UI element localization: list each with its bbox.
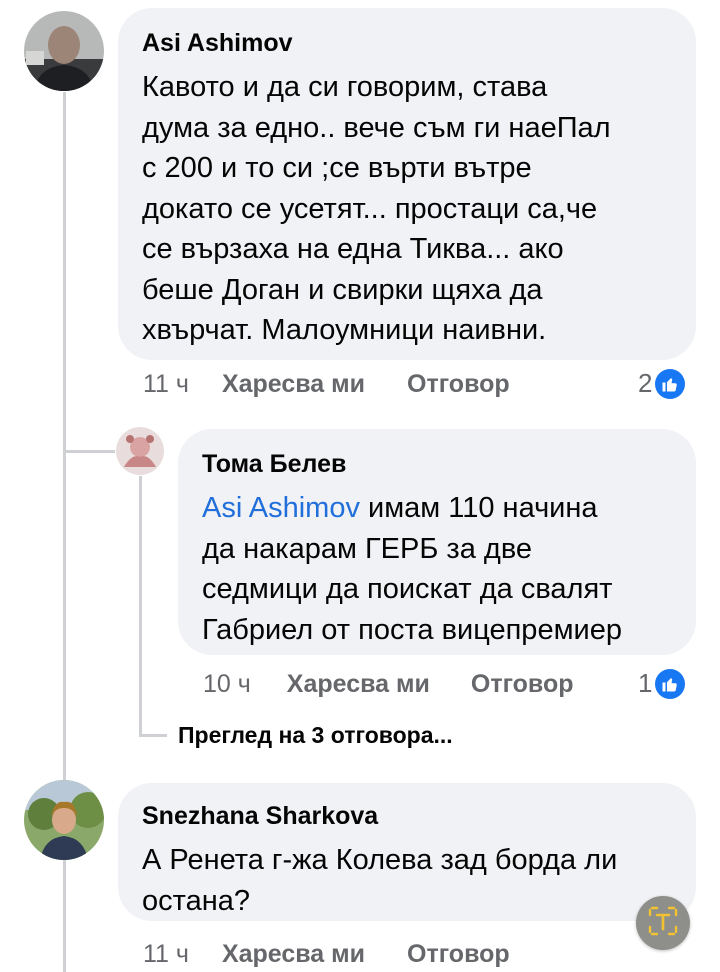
comment-author[interactable]: Тома Белев — [202, 449, 672, 479]
comment-text: Asi Ashimov имам 110 начина да накарам Г… — [202, 488, 672, 650]
mention-link[interactable]: Asi Ashimov — [202, 492, 360, 524]
comment-author[interactable]: Snezhana Sharkova — [142, 801, 672, 831]
reply-button[interactable]: Отговор — [407, 370, 510, 399]
thumbs-up-icon — [655, 668, 686, 699]
reaction-count: 2 — [638, 368, 653, 398]
comment-bubble: Тома Белев Asi Ashimov имам 110 начина д… — [178, 429, 696, 655]
comment-meta: 11 ч Харесва ми Отговор — [143, 940, 510, 969]
comment-author[interactable]: Asi Ashimov — [142, 28, 672, 58]
comment-time[interactable]: 10 ч — [203, 670, 251, 699]
avatar[interactable] — [24, 780, 104, 860]
avatar[interactable] — [116, 427, 164, 475]
thread-line-reply-connector — [63, 450, 115, 453]
comment-bubble: Snezhana Sharkova А Ренета г-жа Колева з… — [118, 783, 696, 921]
comment-bubble: Asi Ashimov Кавото и да си говорим, став… — [118, 8, 696, 360]
comment-time[interactable]: 11 ч — [143, 370, 189, 399]
like-button[interactable]: Харесва ми — [287, 670, 430, 699]
like-button[interactable]: Харесва ми — [222, 940, 365, 969]
thread-line-replies — [139, 476, 142, 736]
reply-button[interactable]: Отговор — [471, 670, 574, 699]
reply-button[interactable]: Отговор — [407, 940, 510, 969]
thread-line-view-replies-connector — [139, 734, 167, 737]
translate-icon — [646, 904, 680, 943]
reaction-summary[interactable]: 2 — [638, 368, 686, 399]
comment-text: А Ренета г-жа Колева зад борда ли остана… — [142, 844, 618, 917]
reaction-count: 1 — [638, 668, 653, 698]
like-button[interactable]: Харесва ми — [222, 370, 365, 399]
comment-text: Кавото и да си говорим, става дума за ед… — [142, 71, 611, 346]
avatar[interactable] — [24, 11, 104, 91]
comment-meta: 10 ч Харесва ми Отговор — [203, 670, 574, 699]
comment-meta: 11 ч Харесва ми Отговор — [143, 370, 510, 399]
thumbs-up-icon — [655, 368, 686, 399]
view-replies-link[interactable]: Преглед на 3 отговора... — [178, 722, 453, 749]
reaction-summary[interactable]: 1 — [638, 668, 686, 699]
comment-time[interactable]: 11 ч — [143, 940, 189, 969]
translate-button[interactable] — [636, 896, 690, 950]
